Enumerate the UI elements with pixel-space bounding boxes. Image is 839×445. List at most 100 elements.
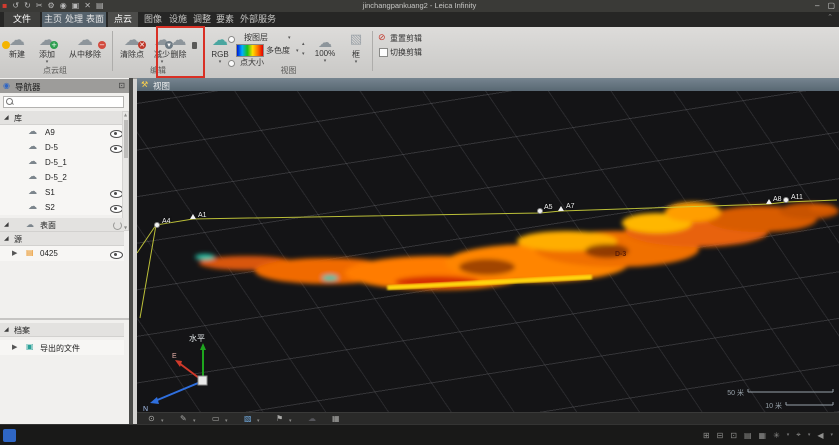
reset-clip-button[interactable]: 重置剪辑 <box>390 34 422 43</box>
collapse-ribbon-icon[interactable]: ⌃ <box>827 13 833 21</box>
box-icon: ▧ <box>344 29 368 50</box>
pointcloud-icon: ☁ <box>28 142 37 152</box>
title-bar: ▪ ↺ ↻ ✂ ⚙ ◉ ▣ ✕ ▤ jinchangpankuang2 - Le… <box>0 0 839 12</box>
tab-features[interactable]: 要素 <box>214 12 236 27</box>
scroll-up-icon[interactable]: ▲ <box>123 112 128 117</box>
add-to-pointcloud-button[interactable]: ☁+ 添加 ▾ <box>34 29 60 69</box>
navigator-search-input[interactable] <box>3 96 124 108</box>
new-pointcloud-button[interactable]: ☁ 新建 <box>2 29 32 69</box>
group-label-pointcloud: 点云组 <box>0 65 110 76</box>
axis-triad: 水平 E N <box>143 333 207 412</box>
survey-point-marker[interactable] <box>558 206 564 211</box>
tree-item-pointcloud[interactable]: ☁ D-5 <box>0 140 124 155</box>
taskbar-app-icon[interactable] <box>3 429 16 442</box>
dropdown-icon[interactable]: ▾ <box>808 432 811 438</box>
view-3d-canvas[interactable]: 水平 E N 50 米 10 米 A4 A1 A5 A7 <box>137 91 839 412</box>
view-3d-panel: ⚒ 视图 <box>137 78 839 424</box>
tab-file[interactable]: 文件 <box>4 12 40 27</box>
tree-category-archive[interactable]: ◢ 档案 <box>0 323 124 337</box>
tab-processing[interactable]: 处理 <box>63 12 85 27</box>
survey-point-marker[interactable] <box>537 208 543 214</box>
layout-quad-icon[interactable]: ⊡ <box>730 431 737 440</box>
minimize-button[interactable]: – <box>815 0 819 11</box>
tab-services[interactable]: 外部服务 <box>238 12 278 27</box>
navigator-header: ◉ 导航器 ⊡ <box>0 79 129 93</box>
by-layer-dropdown-icon[interactable]: ▾ <box>288 35 291 41</box>
report-view-icon[interactable]: ▤ <box>744 431 752 440</box>
cloud-off-icon: ☁ <box>308 414 316 424</box>
layout-single-icon[interactable]: ⊞ <box>703 431 710 440</box>
survey-point-marker[interactable] <box>783 197 789 203</box>
grid-view-icon[interactable]: ▦ <box>759 431 767 440</box>
playback-icon[interactable]: ◀ <box>817 431 823 440</box>
dropdown-icon[interactable]: ▾ <box>787 432 790 438</box>
tree-item-pointcloud[interactable]: ☁ S1 <box>0 185 124 200</box>
toggle-clip-label[interactable]: 切换剪辑 <box>390 48 422 57</box>
tree-category-surfaces[interactable]: ◢ ☁ 表面 <box>0 218 124 232</box>
surface-icon: ☁ <box>26 220 34 229</box>
layout-split-icon[interactable]: ⊟ <box>717 431 724 440</box>
cloud-new-icon: ☁ <box>2 29 32 50</box>
tree-category-library[interactable]: ◢ 库 <box>0 111 124 125</box>
tab-imaging[interactable]: 图像 <box>141 12 165 27</box>
multi-hue-label[interactable]: 多色度 <box>266 46 290 55</box>
pin-panel-icon[interactable]: ⊡ <box>118 81 125 90</box>
expander-icon[interactable]: ▶ <box>12 249 17 257</box>
tab-infrastructure[interactable]: 设施 <box>166 12 190 27</box>
expander-icon[interactable]: ◢ <box>4 326 9 333</box>
maximize-button[interactable]: ▢ <box>827 0 835 11</box>
style-preset-icon[interactable]: ✳ <box>773 431 780 440</box>
survey-point-marker[interactable] <box>766 199 772 204</box>
clip-box-button[interactable]: ▧ 框 ▾ <box>344 29 368 69</box>
expander-icon[interactable]: ◢ <box>4 235 9 242</box>
tree-scrollbar[interactable]: ▲ ▼ <box>122 111 129 231</box>
exported-folder-icon: ▣ <box>26 342 34 351</box>
tree-item-source[interactable]: ▶ ▤ 0425 <box>0 246 124 261</box>
tree-item-pointcloud[interactable]: ☁ S2 <box>0 200 124 215</box>
dropdown-icon[interactable]: ▾ <box>830 432 833 438</box>
survey-point-marker[interactable] <box>154 222 160 228</box>
tree-category-sources[interactable]: ◢ 源 <box>0 232 124 246</box>
multi-hue-swatch[interactable] <box>236 44 264 57</box>
tab-adjustments[interactable]: 调整 <box>191 12 213 27</box>
grid-toggle-icon[interactable]: ▦ <box>332 414 340 424</box>
remove-from-pointcloud-button[interactable]: ☁− 从中移除 <box>62 29 108 69</box>
view-tool-icon: ⚒ <box>141 80 148 89</box>
tree-item-pointcloud[interactable]: ☁ D-5_1 <box>0 155 124 170</box>
scroll-thumb[interactable] <box>124 120 128 158</box>
navigator-panel: ◉ 导航器 ⊡ ◢ 库 ☁ A9 ☁ D-5 ☁ D-5_1 ☁ D-5_2 <box>0 78 133 424</box>
survey-point-marker[interactable] <box>190 214 196 219</box>
scale-bars <box>748 389 833 405</box>
visibility-eye-icon[interactable] <box>110 251 123 259</box>
status-bar-icons: ⊞ ⊟ ⊡ ▤ ▦ ✳ ▾ ⌖ ▾ ◀ ▾ <box>703 430 833 440</box>
tab-pointclouds-active[interactable]: 点云 <box>108 12 138 27</box>
pointcloud-icon: ☁ <box>28 172 37 182</box>
reset-clip-icon: ⊘ <box>378 34 386 43</box>
tab-home[interactable]: 主页 <box>42 12 64 27</box>
coordinate-mode-icon[interactable]: ⌖ <box>796 430 801 440</box>
tab-surfaces[interactable]: 表面 <box>84 12 106 27</box>
tree-item-exported-files[interactable]: ▶ ▣ 导出的文件 <box>0 340 124 355</box>
tree-item-pointcloud[interactable]: ☁ A9 <box>0 125 124 140</box>
tree-item-pointcloud[interactable]: ☁ D-5_2 <box>0 170 124 185</box>
expander-icon[interactable]: ◢ <box>4 114 9 121</box>
multi-hue-dropdown-icon[interactable]: ▾ <box>296 48 299 54</box>
cube-view-icon[interactable]: ▧ <box>244 414 252 424</box>
survey-point-label: A4 <box>162 218 171 225</box>
expander-icon[interactable]: ▶ <box>12 343 17 351</box>
select-box-icon[interactable]: ▭ <box>212 414 220 424</box>
toggle-clip-checkbox[interactable] <box>379 48 388 57</box>
by-layer-radio[interactable] <box>228 36 235 43</box>
navigator-icon: ◉ <box>3 81 10 90</box>
search-icon <box>6 98 13 105</box>
filter-flag-icon[interactable]: ⚑ <box>276 414 283 424</box>
window-controls: – ▢ <box>815 0 835 11</box>
by-layer-label[interactable]: 按图层 <box>244 33 268 42</box>
spinner-down-icon[interactable]: ▾ <box>302 51 305 57</box>
expander-icon[interactable]: ◢ <box>4 221 9 228</box>
panel-splitter[interactable] <box>0 318 129 320</box>
orbit-tool-icon[interactable]: ⊙ <box>148 414 155 424</box>
window-title: jinchangpankuang2 - Leica Infinity <box>0 1 839 10</box>
measure-tool-icon[interactable]: ✎ <box>180 414 187 424</box>
spinner-up-icon[interactable]: ▴ <box>302 41 305 47</box>
